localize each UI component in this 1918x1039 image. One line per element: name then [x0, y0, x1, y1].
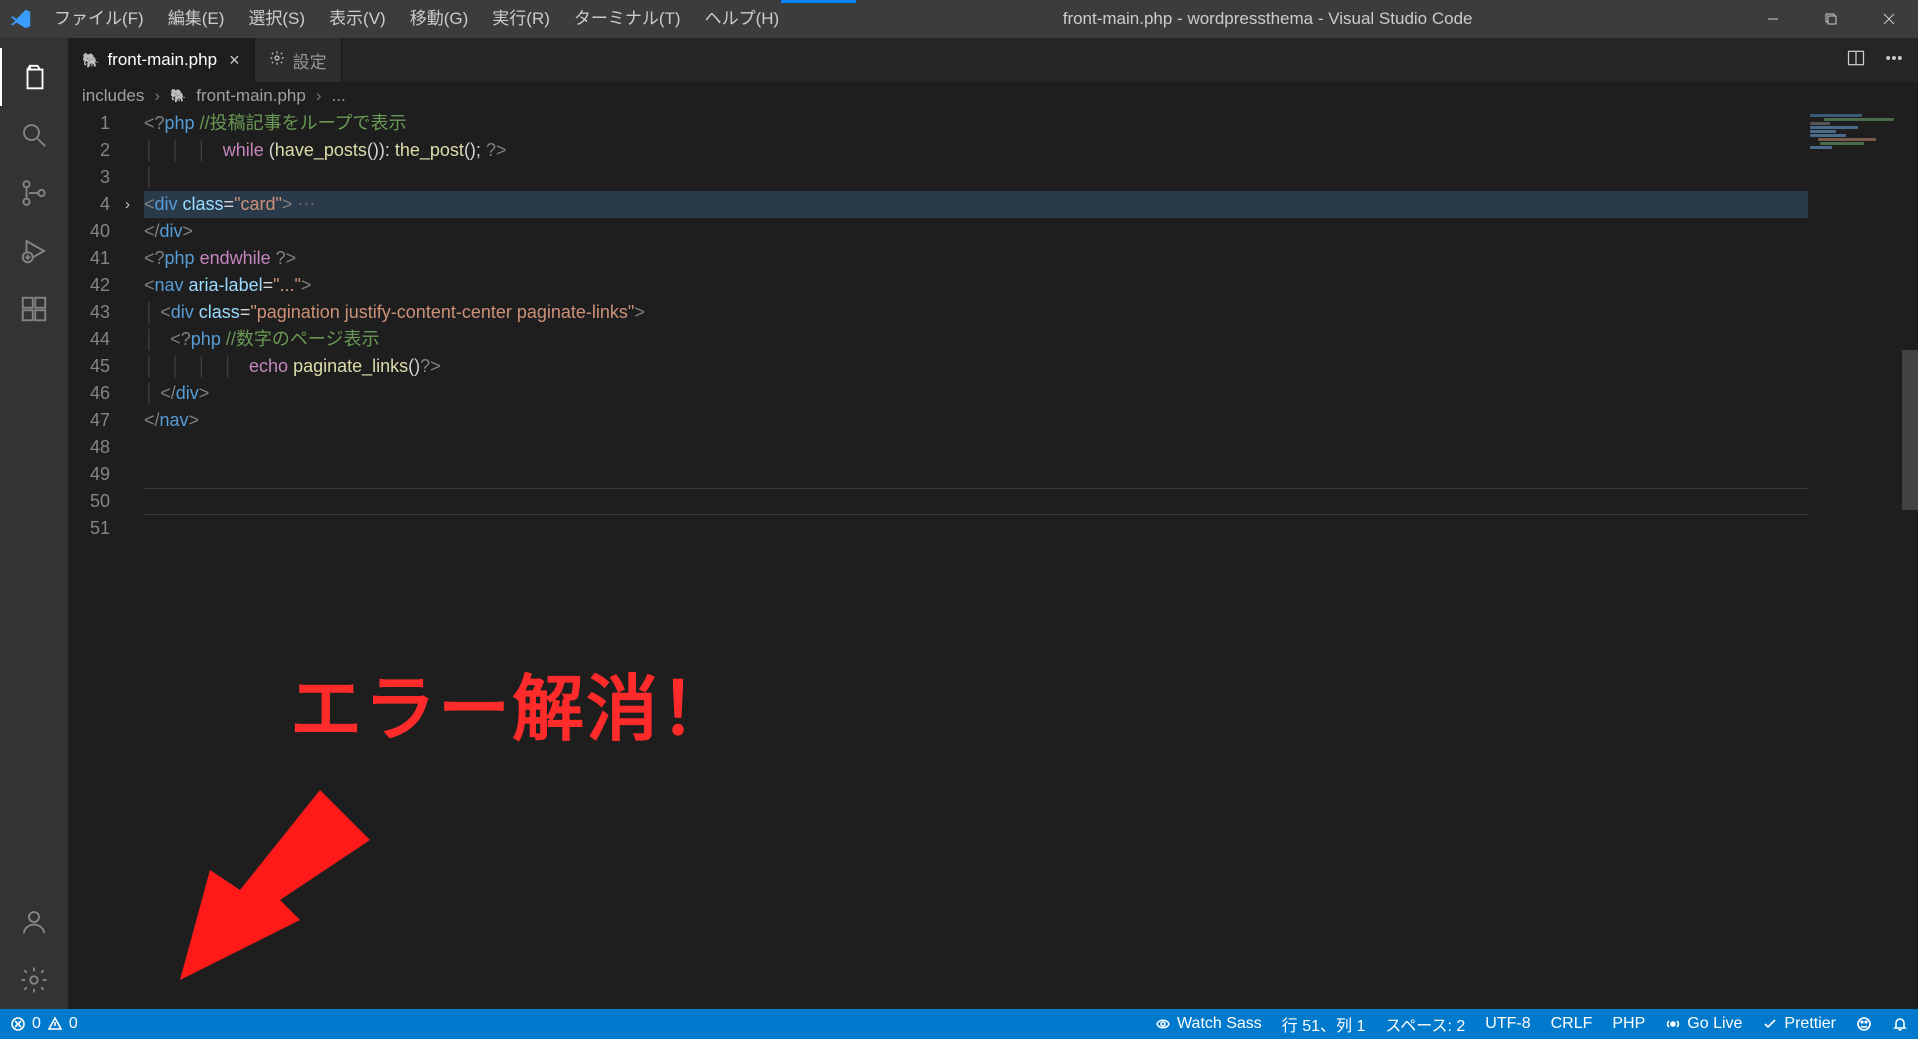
code-line[interactable]: │ │ │ while (have_posts()): the_post(); …	[144, 137, 1808, 164]
line-number[interactable]: 44	[68, 326, 110, 353]
status-language[interactable]: PHP	[1602, 1009, 1655, 1039]
line-number[interactable]: 47	[68, 407, 110, 434]
menu-help[interactable]: ヘルプ(H)	[693, 0, 792, 38]
settings-gear-icon[interactable]	[0, 951, 68, 1009]
warning-count: 0	[69, 1015, 78, 1033]
activity-bar	[0, 38, 68, 1009]
maximize-button[interactable]	[1802, 0, 1860, 38]
line-number[interactable]: 3	[68, 164, 110, 191]
source-control-icon[interactable]	[0, 164, 68, 222]
line-number-gutter[interactable]: 1234404142434445464748495051	[68, 110, 122, 542]
menu-select[interactable]: 選択(S)	[236, 0, 317, 38]
menu-run[interactable]: 実行(R)	[480, 0, 562, 38]
code-line[interactable]: │	[144, 164, 1808, 191]
line-number[interactable]: 45	[68, 353, 110, 380]
line-number[interactable]: 43	[68, 299, 110, 326]
php-file-icon: 🐘	[170, 88, 186, 104]
line-number[interactable]: 40	[68, 218, 110, 245]
tab-front-main[interactable]: 🐘 front-main.php ×	[68, 38, 255, 82]
vertical-scrollbar[interactable]	[1902, 110, 1918, 1009]
tab-label: front-main.php	[107, 50, 217, 70]
vscode-logo-icon	[0, 8, 42, 30]
code-line[interactable]: <div class="card"> ⋯	[144, 191, 1808, 218]
code-line[interactable]: <?php endwhile ?>	[144, 245, 1808, 272]
code-line[interactable]	[144, 461, 1808, 488]
error-count: 0	[32, 1015, 41, 1033]
tab-bar: 🐘 front-main.php × 設定	[68, 38, 1918, 82]
status-watch-sass[interactable]: Watch Sass	[1145, 1009, 1272, 1039]
status-cursor-pos[interactable]: 行 51、列 1	[1272, 1009, 1376, 1039]
code-line[interactable]	[144, 434, 1808, 461]
menu-go[interactable]: 移動(G)	[398, 0, 481, 38]
line-number[interactable]: 48	[68, 434, 110, 461]
tab-label: 設定	[293, 48, 327, 73]
code-line[interactable]: </div>	[144, 218, 1808, 245]
window-controls	[1744, 0, 1918, 38]
status-feedback-icon[interactable]	[1846, 1009, 1882, 1039]
title-bar: ファイル(F) 編集(E) 選択(S) 表示(V) 移動(G) 実行(R) ター…	[0, 0, 1918, 38]
line-number[interactable]: 4	[68, 191, 110, 218]
status-indent[interactable]: スペース: 2	[1375, 1009, 1475, 1039]
code-area[interactable]: <?php //投稿記事をループで表示│ │ │ while (have_pos…	[144, 110, 1808, 542]
close-tab-icon[interactable]: ×	[229, 50, 240, 71]
gear-icon	[269, 50, 285, 71]
line-number[interactable]: 42	[68, 272, 110, 299]
search-icon[interactable]	[0, 106, 68, 164]
line-number[interactable]: 51	[68, 515, 110, 542]
split-editor-icon[interactable]	[1846, 48, 1866, 73]
chevron-right-icon: ›	[154, 86, 160, 106]
code-line[interactable]: │ <?php //数字のページ表示	[144, 326, 1808, 353]
minimize-button[interactable]	[1744, 0, 1802, 38]
extensions-icon[interactable]	[0, 280, 68, 338]
breadcrumb-file[interactable]: front-main.php	[196, 86, 306, 106]
status-eol[interactable]: CRLF	[1541, 1009, 1603, 1039]
menu-view[interactable]: 表示(V)	[317, 0, 398, 38]
status-prettier[interactable]: Prettier	[1752, 1009, 1846, 1039]
line-number[interactable]: 49	[68, 461, 110, 488]
status-problems[interactable]: 0 0	[0, 1009, 88, 1039]
line-number[interactable]: 2	[68, 137, 110, 164]
annotation-text: エラー解消！	[290, 650, 734, 755]
progress-bar	[781, 0, 856, 3]
breadcrumb-symbol[interactable]: ...	[332, 86, 346, 106]
line-number[interactable]: 41	[68, 245, 110, 272]
breadcrumb-folder[interactable]: includes	[82, 86, 144, 106]
code-line[interactable]	[144, 488, 1808, 515]
status-go-live[interactable]: Go Live	[1655, 1009, 1752, 1039]
minimap[interactable]	[1798, 110, 1898, 1009]
status-bar: 0 0 Watch Sass 行 51、列 1 スペース: 2 UTF-8 CR…	[0, 1009, 1918, 1039]
menu-terminal[interactable]: ターミナル(T)	[562, 0, 693, 38]
status-encoding[interactable]: UTF-8	[1475, 1009, 1540, 1039]
code-line[interactable]: │ <div class="pagination justify-content…	[144, 299, 1808, 326]
chevron-right-icon: ›	[316, 86, 322, 106]
code-line[interactable]: <?php //投稿記事をループで表示	[144, 110, 1808, 137]
explorer-icon[interactable]	[0, 48, 68, 106]
line-number[interactable]: 50	[68, 488, 110, 515]
tab-settings[interactable]: 設定	[255, 38, 342, 82]
more-actions-icon[interactable]	[1884, 48, 1904, 73]
line-number[interactable]: 46	[68, 380, 110, 407]
code-line[interactable]: │ </div>	[144, 380, 1808, 407]
code-line[interactable]: │ │ │ │ echo paginate_links()?>	[144, 353, 1808, 380]
run-debug-icon[interactable]	[0, 222, 68, 280]
status-bell-icon[interactable]	[1882, 1009, 1918, 1039]
line-number[interactable]: 1	[68, 110, 110, 137]
breadcrumb[interactable]: includes › 🐘 front-main.php › ...	[68, 82, 1918, 110]
scrollbar-thumb[interactable]	[1902, 350, 1918, 510]
menu-bar: ファイル(F) 編集(E) 選択(S) 表示(V) 移動(G) 実行(R) ター…	[42, 0, 791, 38]
code-line[interactable]	[144, 515, 1808, 542]
menu-file[interactable]: ファイル(F)	[42, 0, 156, 38]
window-title: front-main.php - wordpressthema - Visual…	[791, 9, 1744, 29]
annotation-arrow-icon	[90, 770, 370, 990]
menu-edit[interactable]: 編集(E)	[156, 0, 237, 38]
accounts-icon[interactable]	[0, 893, 68, 951]
php-file-icon: 🐘	[82, 52, 99, 69]
code-line[interactable]: <nav aria-label="...">	[144, 272, 1808, 299]
fold-chevron-icon[interactable]: ›	[125, 191, 130, 218]
code-line[interactable]: </nav>	[144, 407, 1808, 434]
close-button[interactable]	[1860, 0, 1918, 38]
